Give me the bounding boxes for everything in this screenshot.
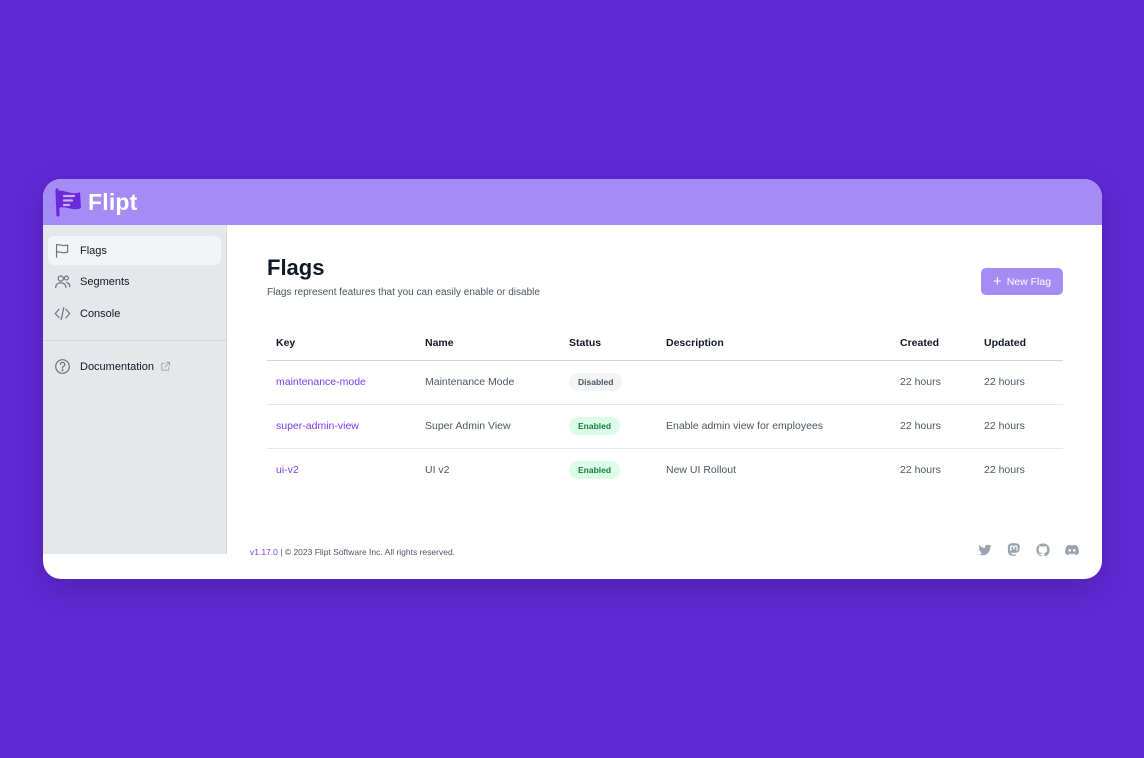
page-subtitle: Flags represent features that you can ea… <box>267 287 540 298</box>
top-bar: Flipt <box>43 179 1102 225</box>
flag-key-link[interactable]: maintenance-mode <box>267 360 416 405</box>
sidebar: Flags Segments Console Documentation <box>43 225 227 554</box>
status-badge: Enabled <box>569 461 621 480</box>
flag-created: 22 hours <box>891 360 975 405</box>
page-title: Flags <box>267 255 325 280</box>
sidebar-item-label: Console <box>80 307 121 320</box>
github-icon[interactable] <box>1035 542 1051 558</box>
flipt-logo-icon <box>55 188 81 217</box>
footer: v1.17.0 | © 2023 Flipt Software Inc. All… <box>250 547 455 557</box>
flag-updated: 22 hours <box>984 464 1025 477</box>
flag-created: 22 hours <box>900 464 941 477</box>
flag-description <box>657 360 891 405</box>
users-icon <box>54 273 71 290</box>
table-header-row: Key Name Status Description Created Upda… <box>267 327 1063 361</box>
flag-description: Enable admin view for employees <box>657 404 891 449</box>
flag-status-cell: Enabled <box>560 448 657 492</box>
sidebar-divider <box>43 340 227 341</box>
column-header-created[interactable]: Created <box>891 327 975 361</box>
discord-icon[interactable] <box>1064 542 1080 558</box>
flag-name: UI v2 <box>425 464 450 477</box>
question-circle-icon <box>54 358 71 375</box>
column-header-name[interactable]: Name <box>416 327 560 361</box>
sidebar-item-segments[interactable]: Segments <box>48 267 221 296</box>
flag-status-cell: Disabled <box>560 360 657 405</box>
table-row[interactable]: super-admin-view Super Admin View Enable… <box>267 404 1063 449</box>
table-row[interactable]: ui-v2 UI v2 Enabled New UI Rollout 22 ho… <box>267 448 1063 492</box>
twitter-icon[interactable] <box>977 542 993 558</box>
flag-name: Maintenance Mode <box>416 360 560 405</box>
sidebar-item-console[interactable]: Console <box>48 299 221 328</box>
table-row[interactable]: maintenance-mode Maintenance Mode Disabl… <box>267 360 1063 405</box>
flag-description: New UI Rollout <box>666 464 737 477</box>
column-header-description[interactable]: Description <box>657 327 891 361</box>
external-link-icon <box>160 361 171 372</box>
sidebar-item-documentation[interactable]: Documentation <box>48 352 221 381</box>
sidebar-item-label: Segments <box>80 275 130 288</box>
sidebar-item-label: Flags <box>80 244 107 257</box>
code-icon <box>54 305 71 322</box>
social-links <box>977 542 1080 558</box>
flag-icon <box>54 242 71 259</box>
flag-name: Super Admin View <box>416 404 560 449</box>
flag-status-cell: Enabled <box>560 404 657 449</box>
flag-key-link[interactable]: super-admin-view <box>267 404 416 449</box>
mastodon-icon[interactable] <box>1006 542 1022 558</box>
sidebar-item-label: Documentation <box>80 360 154 373</box>
flag-key-link[interactable]: ui-v2 <box>267 448 416 492</box>
flag-created: 22 hours <box>891 404 975 449</box>
flipt-logo[interactable]: Flipt <box>54 187 138 217</box>
status-badge: Enabled <box>569 417 621 435</box>
flag-updated: 22 hours <box>975 360 1063 405</box>
new-flag-label: New Flag <box>1006 275 1052 288</box>
main-content: Flags Flags represent features that you … <box>227 225 1102 579</box>
column-header-key[interactable]: Key <box>267 327 416 361</box>
copyright-text: | © 2023 Flipt Software Inc. All rights … <box>280 547 456 557</box>
flag-updated: 22 hours <box>975 404 1063 449</box>
plus-icon: + <box>992 272 1002 290</box>
column-header-updated[interactable]: Updated <box>975 327 1063 361</box>
sidebar-item-flags[interactable]: Flags <box>48 236 221 265</box>
new-flag-button[interactable]: + New Flag <box>981 268 1063 295</box>
version-link[interactable]: v1.17.0 <box>250 547 278 557</box>
column-header-status[interactable]: Status <box>560 327 657 361</box>
flags-table: Key Name Status Description Created Upda… <box>267 327 1063 492</box>
app-name: Flipt <box>88 188 138 215</box>
status-badge: Disabled <box>569 373 623 391</box>
app-window: Flipt Flags Segments Console Documentati… <box>43 179 1102 579</box>
